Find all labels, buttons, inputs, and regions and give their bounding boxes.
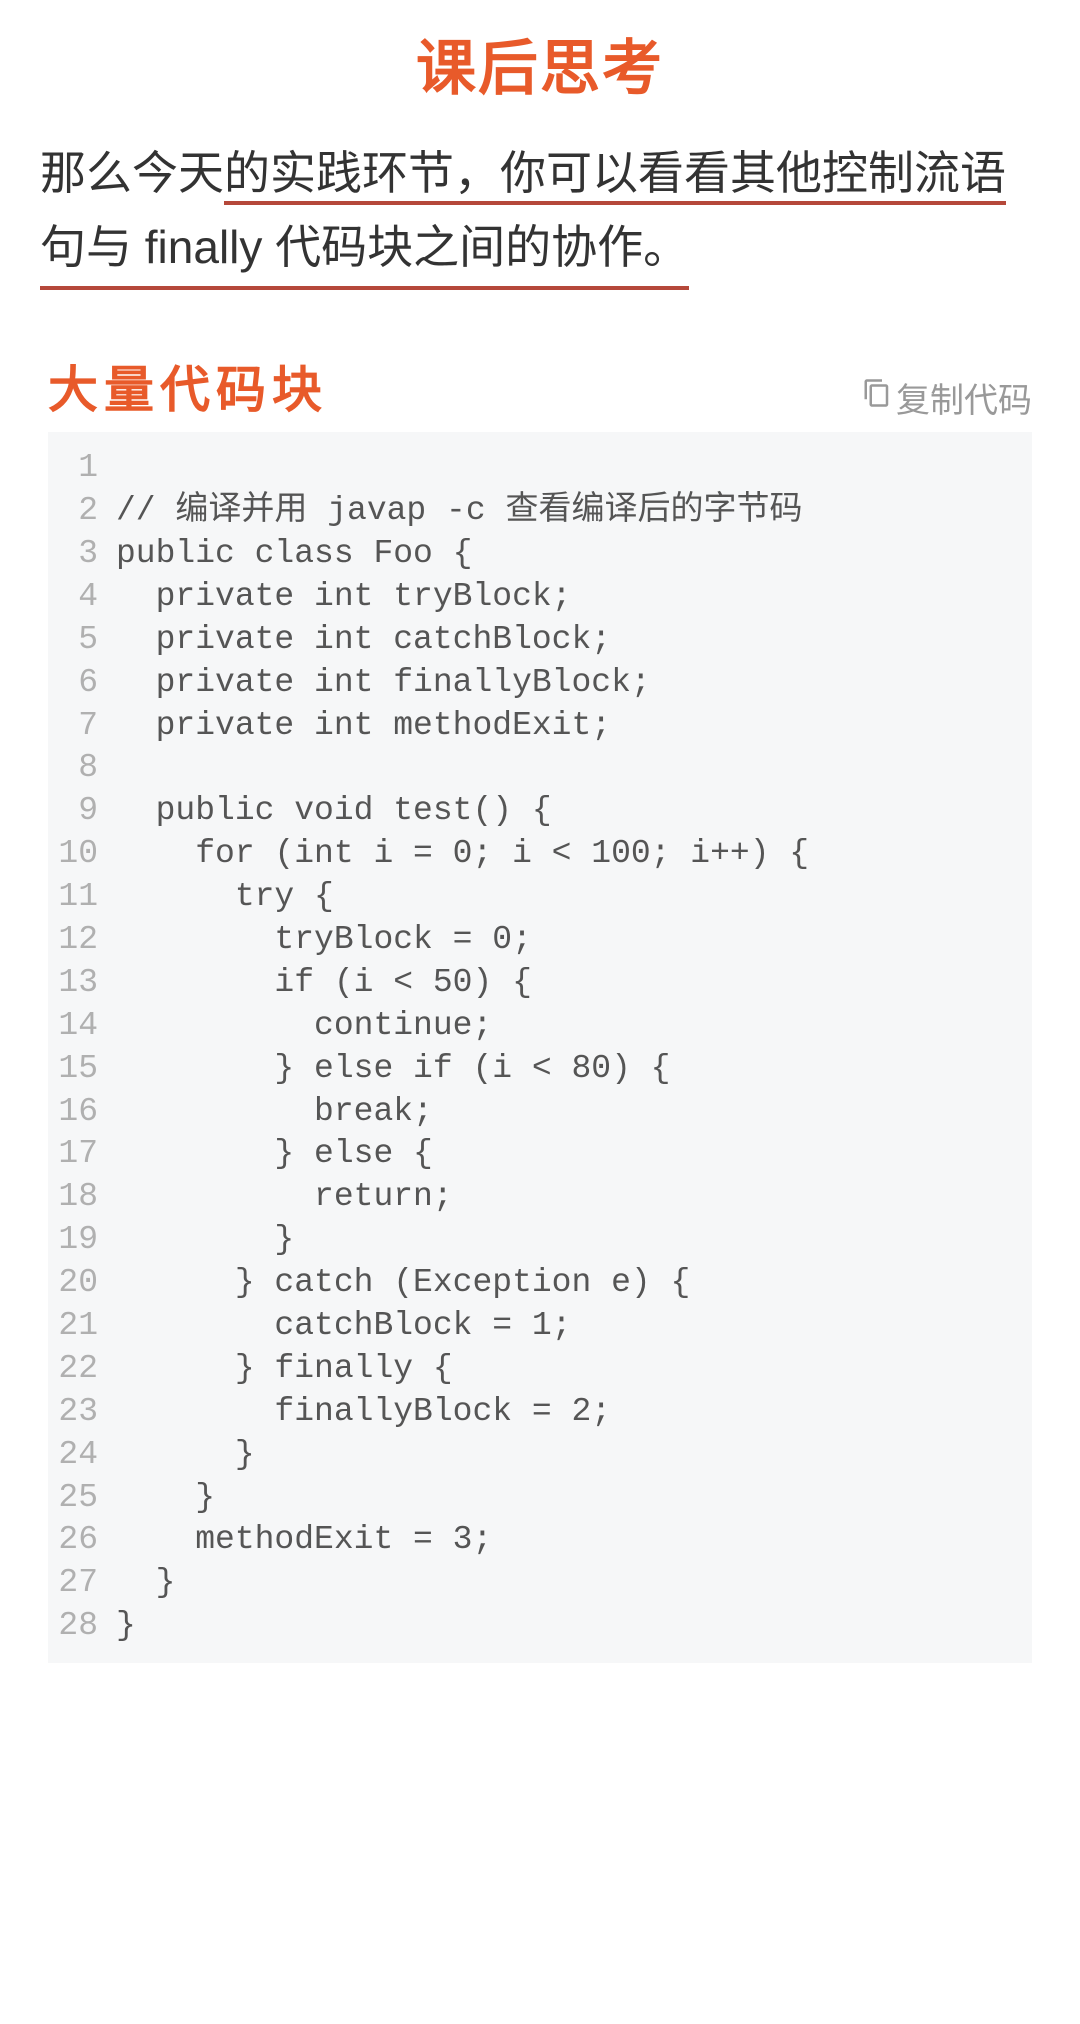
code-line: 6 private int finallyBlock; <box>58 662 1022 705</box>
line-number: 19 <box>58 1219 116 1262</box>
code-text: } catch (Exception e) { <box>116 1262 690 1305</box>
line-number: 8 <box>58 747 116 790</box>
code-line: 20 } catch (Exception e) { <box>58 1262 1022 1305</box>
code-line: 8 <box>58 747 1022 790</box>
intro-text-underline-2: 句与 finally 代码块之间的协作。 <box>40 211 689 291</box>
code-line: 27 } <box>58 1562 1022 1605</box>
line-number: 1 <box>58 447 116 490</box>
line-number: 2 <box>58 490 116 533</box>
line-number: 4 <box>58 576 116 619</box>
code-line: 1 <box>58 447 1022 490</box>
code-line: 16 break; <box>58 1091 1022 1134</box>
line-number: 23 <box>58 1391 116 1434</box>
code-text: } finally { <box>116 1348 453 1391</box>
code-text: break; <box>116 1091 433 1134</box>
line-number: 6 <box>58 662 116 705</box>
code-text: } else { <box>116 1133 433 1176</box>
line-number: 22 <box>58 1348 116 1391</box>
code-text: public class Foo { <box>116 533 472 576</box>
line-number: 20 <box>58 1262 116 1305</box>
line-number: 26 <box>58 1519 116 1562</box>
line-number: 25 <box>58 1477 116 1520</box>
line-number: 7 <box>58 705 116 748</box>
code-text: private int finallyBlock; <box>116 662 651 705</box>
code-line: 17 } else { <box>58 1133 1022 1176</box>
code-line: 11 try { <box>58 876 1022 919</box>
code-line: 10 for (int i = 0; i < 100; i++) { <box>58 833 1022 876</box>
code-line: 15 } else if (i < 80) { <box>58 1048 1022 1091</box>
code-text: tryBlock = 0; <box>116 919 532 962</box>
code-text: if (i < 50) { <box>116 962 532 1005</box>
code-text: public void test() { <box>116 790 552 833</box>
code-line: 23 finallyBlock = 2; <box>58 1391 1022 1434</box>
code-text: methodExit = 3; <box>116 1519 492 1562</box>
code-line: 25 } <box>58 1477 1022 1520</box>
code-line: 22 } finally { <box>58 1348 1022 1391</box>
code-text: try { <box>116 876 334 919</box>
line-number: 13 <box>58 962 116 1005</box>
line-number: 5 <box>58 619 116 662</box>
code-text: continue; <box>116 1005 492 1048</box>
copy-icon <box>862 378 892 417</box>
line-number: 15 <box>58 1048 116 1091</box>
code-line: 9 public void test() { <box>58 790 1022 833</box>
code-text: catchBlock = 1; <box>116 1305 571 1348</box>
line-number: 16 <box>58 1091 116 1134</box>
code-line: 19 } <box>58 1219 1022 1262</box>
code-line: 2// 编译并用 javap -c 查看编译后的字节码 <box>58 490 1022 533</box>
code-text: private int catchBlock; <box>116 619 611 662</box>
code-line: 14 continue; <box>58 1005 1022 1048</box>
code-text: } <box>116 1219 294 1262</box>
code-line: 21 catchBlock = 1; <box>58 1305 1022 1348</box>
code-text: private int tryBlock; <box>116 576 571 619</box>
page-title: 课后思考 <box>0 0 1080 137</box>
copy-code-label: 复制代码 <box>896 373 1032 422</box>
code-text: for (int i = 0; i < 100; i++) { <box>116 833 809 876</box>
copy-code-button[interactable]: 复制代码 <box>862 373 1032 422</box>
intro-paragraph: 那么今天的实践环节，你可以看看其他控制流语 句与 finally 代码块之间的协… <box>0 137 1080 320</box>
code-line: 5 private int catchBlock; <box>58 619 1022 662</box>
line-number: 3 <box>58 533 116 576</box>
line-number: 10 <box>58 833 116 876</box>
intro-text-underline-1: 的实践环节，你可以看看其他控制流语 <box>224 147 1006 205</box>
code-line: 28} <box>58 1605 1022 1648</box>
line-number: 27 <box>58 1562 116 1605</box>
code-line: 7 private int methodExit; <box>58 705 1022 748</box>
line-number: 24 <box>58 1434 116 1477</box>
code-text: } <box>116 1605 136 1648</box>
code-line: 13 if (i < 50) { <box>58 962 1022 1005</box>
code-text: finallyBlock = 2; <box>116 1391 611 1434</box>
line-number: 12 <box>58 919 116 962</box>
line-number: 17 <box>58 1133 116 1176</box>
line-number: 14 <box>58 1005 116 1048</box>
code-line: 12 tryBlock = 0; <box>58 919 1022 962</box>
code-line: 24 } <box>58 1434 1022 1477</box>
line-number: 21 <box>58 1305 116 1348</box>
code-block-title: 大量代码块 <box>48 350 328 422</box>
code-text: } <box>116 1562 175 1605</box>
code-text: // 编译并用 javap -c 查看编译后的字节码 <box>116 490 802 533</box>
code-text: private int methodExit; <box>116 705 611 748</box>
line-number: 9 <box>58 790 116 833</box>
line-number: 18 <box>58 1176 116 1219</box>
code-line: 18 return; <box>58 1176 1022 1219</box>
code-text: return; <box>116 1176 453 1219</box>
line-number: 28 <box>58 1605 116 1648</box>
code-text: } <box>116 1477 215 1520</box>
code-text: } <box>116 1434 255 1477</box>
code-header: 大量代码块 复制代码 <box>48 350 1032 432</box>
line-number: 11 <box>58 876 116 919</box>
code-section: 大量代码块 复制代码 12// 编译并用 javap -c 查看编译后的字节码3… <box>48 350 1032 1663</box>
code-line: 26 methodExit = 3; <box>58 1519 1022 1562</box>
code-line: 3public class Foo { <box>58 533 1022 576</box>
intro-text-plain: 那么今天 <box>40 147 224 199</box>
code-line: 4 private int tryBlock; <box>58 576 1022 619</box>
code-text: } else if (i < 80) { <box>116 1048 671 1091</box>
code-block: 12// 编译并用 javap -c 查看编译后的字节码3public clas… <box>48 432 1032 1663</box>
